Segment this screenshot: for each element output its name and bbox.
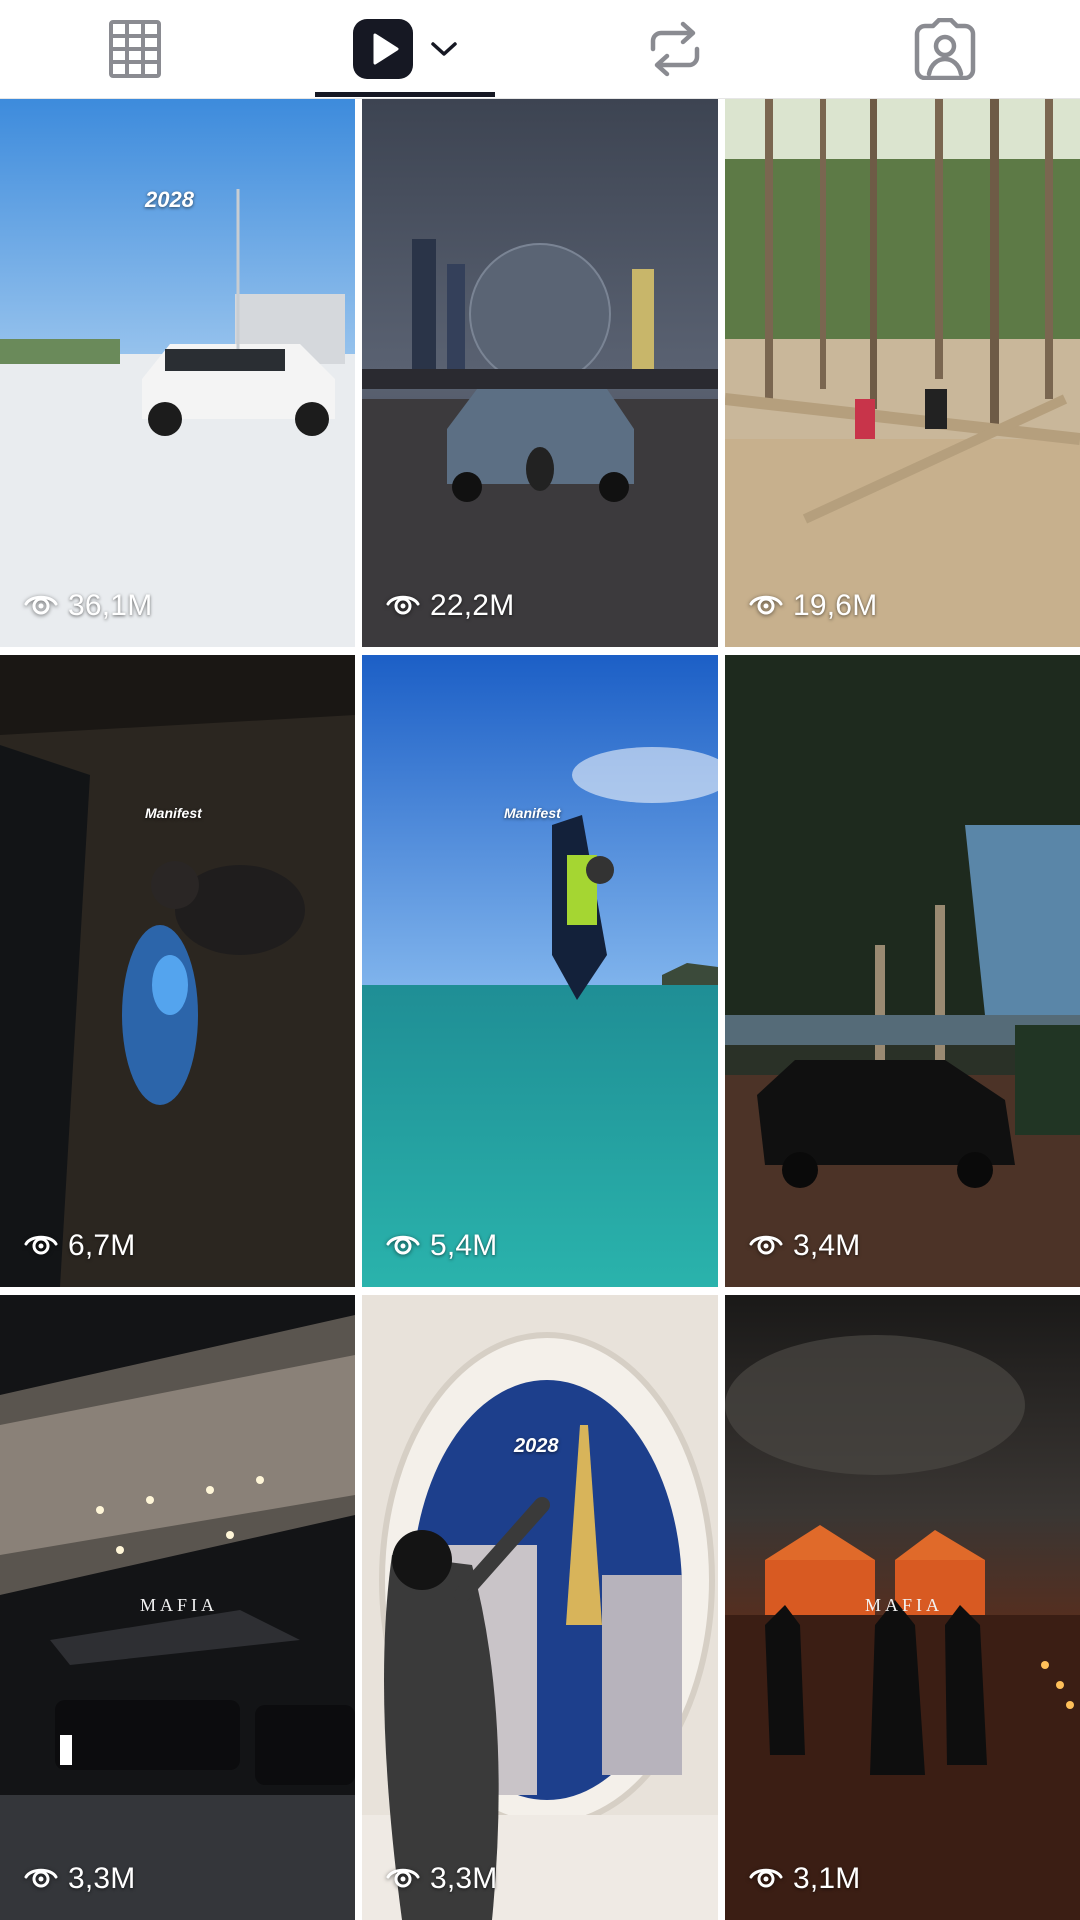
tab-posts[interactable] — [45, 0, 225, 98]
view-count: 3,4M — [749, 1229, 861, 1263]
eye-icon — [386, 1862, 420, 1896]
view-count-label: 3,1M — [793, 1862, 861, 1895]
eye-icon — [749, 589, 783, 623]
eye-icon — [386, 1229, 420, 1263]
video-overlay-text: 2028 — [514, 1435, 559, 1457]
grid-icon — [108, 19, 162, 79]
video-thumbnail — [362, 99, 718, 647]
view-count: 6,7M — [24, 1229, 136, 1263]
video-thumbnail — [0, 655, 355, 1287]
video-tile[interactable]: MAFIA 3,3M — [0, 1295, 355, 1920]
view-count: 36,1M — [24, 589, 152, 623]
video-tile[interactable]: 22,2M — [362, 99, 718, 647]
video-thumbnail — [362, 1295, 718, 1920]
view-count-label: 6,7M — [68, 1229, 136, 1262]
view-count: 5,4M — [386, 1229, 498, 1263]
video-overlay-text: Manifest — [145, 805, 202, 821]
video-tile[interactable]: 2028 3,3M — [362, 1295, 718, 1920]
play-icon — [352, 18, 414, 80]
video-thumbnail — [362, 655, 718, 1287]
eye-icon — [386, 589, 420, 623]
video-overlay-text: MAFIA — [140, 1595, 219, 1615]
video-tile[interactable]: 3,4M — [725, 655, 1080, 1287]
video-tile[interactable]: 19,6M — [725, 99, 1080, 647]
eye-icon — [24, 1862, 58, 1896]
video-tile[interactable]: Manifest 5,4M — [362, 655, 718, 1287]
view-count-label: 3,4M — [793, 1229, 861, 1262]
repost-icon — [647, 19, 703, 79]
active-tab-indicator — [315, 92, 495, 97]
view-count: 3,1M — [749, 1862, 861, 1896]
tagged-person-icon — [913, 18, 977, 80]
view-count-label: 3,3M — [68, 1862, 136, 1895]
video-overlay-text: 2028 — [145, 187, 194, 212]
video-tile[interactable]: Manifest 6,7M — [0, 655, 355, 1287]
eye-icon — [24, 589, 58, 623]
video-grid: 2028 36,1M 22,2M 19,6M Manifest 6,7M Man… — [0, 99, 1080, 1920]
video-thumbnail — [725, 99, 1080, 647]
view-count: 22,2M — [386, 589, 514, 623]
tab-tagged[interactable] — [855, 0, 1035, 98]
video-overlay-text: Manifest — [504, 805, 561, 821]
view-count-label: 19,6M — [793, 589, 878, 622]
view-count-label: 22,2M — [430, 589, 515, 622]
eye-icon — [749, 1229, 783, 1263]
video-thumbnail — [725, 655, 1080, 1287]
chevron-down-icon[interactable] — [430, 40, 458, 58]
tab-videos[interactable] — [315, 0, 495, 98]
video-tile[interactable]: MAFIA 3,1M — [725, 1295, 1080, 1920]
profile-tab-bar — [0, 0, 1080, 99]
eye-icon — [749, 1862, 783, 1896]
eye-icon — [24, 1229, 58, 1263]
video-overlay-text: MAFIA — [865, 1595, 944, 1615]
view-count: 3,3M — [24, 1862, 136, 1896]
view-count: 3,3M — [386, 1862, 498, 1896]
video-tile[interactable]: 2028 36,1M — [0, 99, 355, 647]
video-thumbnail — [0, 99, 355, 647]
tab-reposts[interactable] — [585, 0, 765, 98]
view-count: 19,6M — [749, 589, 877, 623]
view-count-label: 3,3M — [430, 1862, 498, 1895]
view-count-label: 36,1M — [68, 589, 153, 622]
view-count-label: 5,4M — [430, 1229, 498, 1262]
